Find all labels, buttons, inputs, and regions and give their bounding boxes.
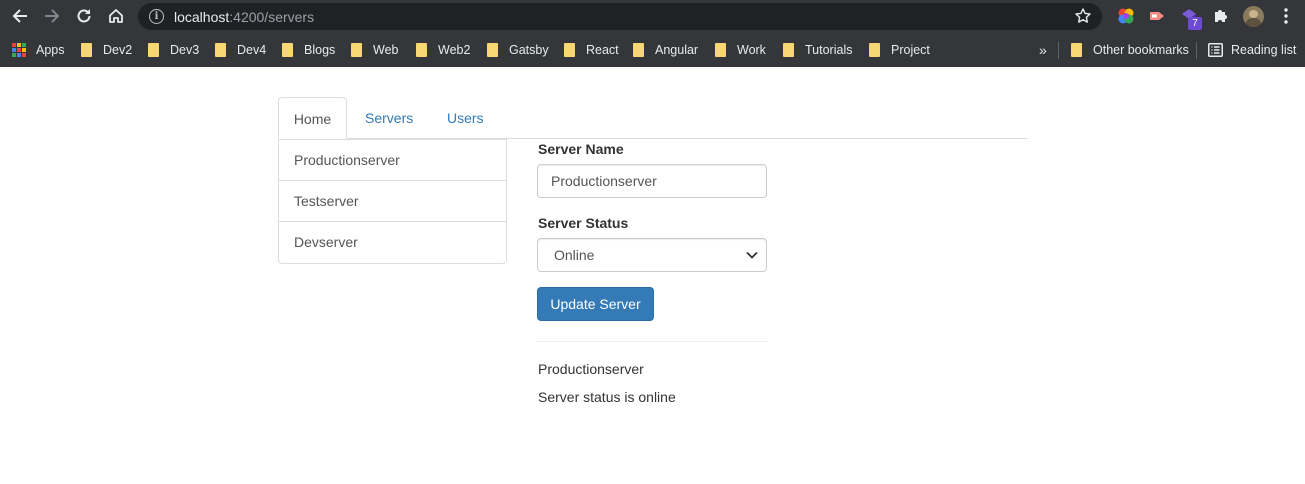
chevron-down-icon (746, 251, 758, 259)
folder-icon (783, 43, 794, 57)
bookmarks-overflow-button[interactable]: » (1039, 41, 1047, 59)
divider (1058, 42, 1059, 59)
folder-icon (81, 43, 92, 57)
bookmark-other[interactable]: Other bookmarks (1071, 41, 1189, 59)
color-picker-extension-icon[interactable] (1116, 6, 1136, 26)
back-icon[interactable] (4, 0, 36, 32)
divider (1196, 42, 1197, 59)
tag-extension-icon[interactable] (1147, 6, 1167, 26)
forward-icon[interactable] (36, 0, 68, 32)
server-list: Productionserver Testserver Devserver (278, 139, 507, 264)
browser-toolbar: i localhost:4200/servers 7 (0, 0, 1305, 33)
output-server-name: Productionserver (538, 361, 644, 377)
bookmark-folder[interactable]: Blogs (282, 41, 335, 59)
folder-icon (351, 43, 362, 57)
bookmark-apps[interactable]: Apps (12, 41, 65, 59)
server-status-select[interactable]: Online (537, 238, 767, 272)
bookmark-folder[interactable]: Dev4 (215, 41, 266, 59)
profile-avatar[interactable] (1243, 6, 1264, 27)
folder-icon (148, 43, 159, 57)
bookmark-folder[interactable]: React (564, 41, 619, 59)
bookmark-folder[interactable]: Angular (633, 41, 698, 59)
reading-list-icon (1208, 43, 1223, 57)
folder-icon (633, 43, 644, 57)
folder-icon (487, 43, 498, 57)
folder-icon (715, 43, 726, 57)
bookmark-folder[interactable]: Gatsby (487, 41, 549, 59)
address-bar[interactable]: i localhost:4200/servers (138, 3, 1102, 30)
server-list-item[interactable]: Productionserver (279, 140, 506, 181)
update-server-button[interactable]: Update Server (537, 287, 654, 321)
bookmark-folder[interactable]: Dev3 (148, 41, 199, 59)
tab-users[interactable]: Users (447, 97, 484, 139)
output-server-status: Server status is online (538, 389, 676, 405)
menu-kebab-icon[interactable] (1276, 6, 1296, 26)
tab-servers[interactable]: Servers (365, 97, 413, 139)
server-name-label: Server Name (538, 141, 624, 157)
bookmark-star-icon[interactable] (1074, 7, 1092, 25)
divider (537, 341, 767, 342)
server-name-input[interactable]: Productionserver (537, 164, 767, 198)
folder-icon (1071, 43, 1082, 57)
bookmark-folder[interactable]: Tutorials (783, 41, 852, 59)
bookmark-folder[interactable]: Dev2 (81, 41, 132, 59)
bookmark-folder[interactable]: Web (351, 41, 398, 59)
bookmark-folder[interactable]: Work (715, 41, 766, 59)
folder-icon (564, 43, 575, 57)
bookmark-folder[interactable]: Project (869, 41, 930, 59)
folder-icon (215, 43, 226, 57)
extensions-puzzle-icon[interactable] (1211, 6, 1231, 26)
bookmarks-bar: Apps Dev2 Dev3 Dev4 Blogs Web Web2 Gatsb… (0, 33, 1305, 67)
bookmark-folder[interactable]: Web2 (416, 41, 470, 59)
reading-list-button[interactable]: Reading list (1208, 41, 1296, 59)
home-icon[interactable] (100, 0, 132, 32)
extension-badge: 7 (1188, 17, 1202, 30)
folder-icon (416, 43, 427, 57)
apps-grid-icon (12, 43, 26, 57)
server-list-item[interactable]: Testserver (279, 181, 506, 222)
url-text: localhost:4200/servers (174, 8, 315, 25)
folder-icon (282, 43, 293, 57)
server-status-selected: Online (554, 247, 595, 263)
folder-icon (869, 43, 880, 57)
server-status-label: Server Status (538, 215, 629, 231)
tab-home[interactable]: Home (278, 97, 347, 139)
server-list-item[interactable]: Devserver (279, 222, 506, 263)
nav-tabs: Home Servers Users (278, 97, 1028, 139)
reload-icon[interactable] (68, 0, 100, 32)
site-info-icon[interactable]: i (149, 9, 164, 24)
